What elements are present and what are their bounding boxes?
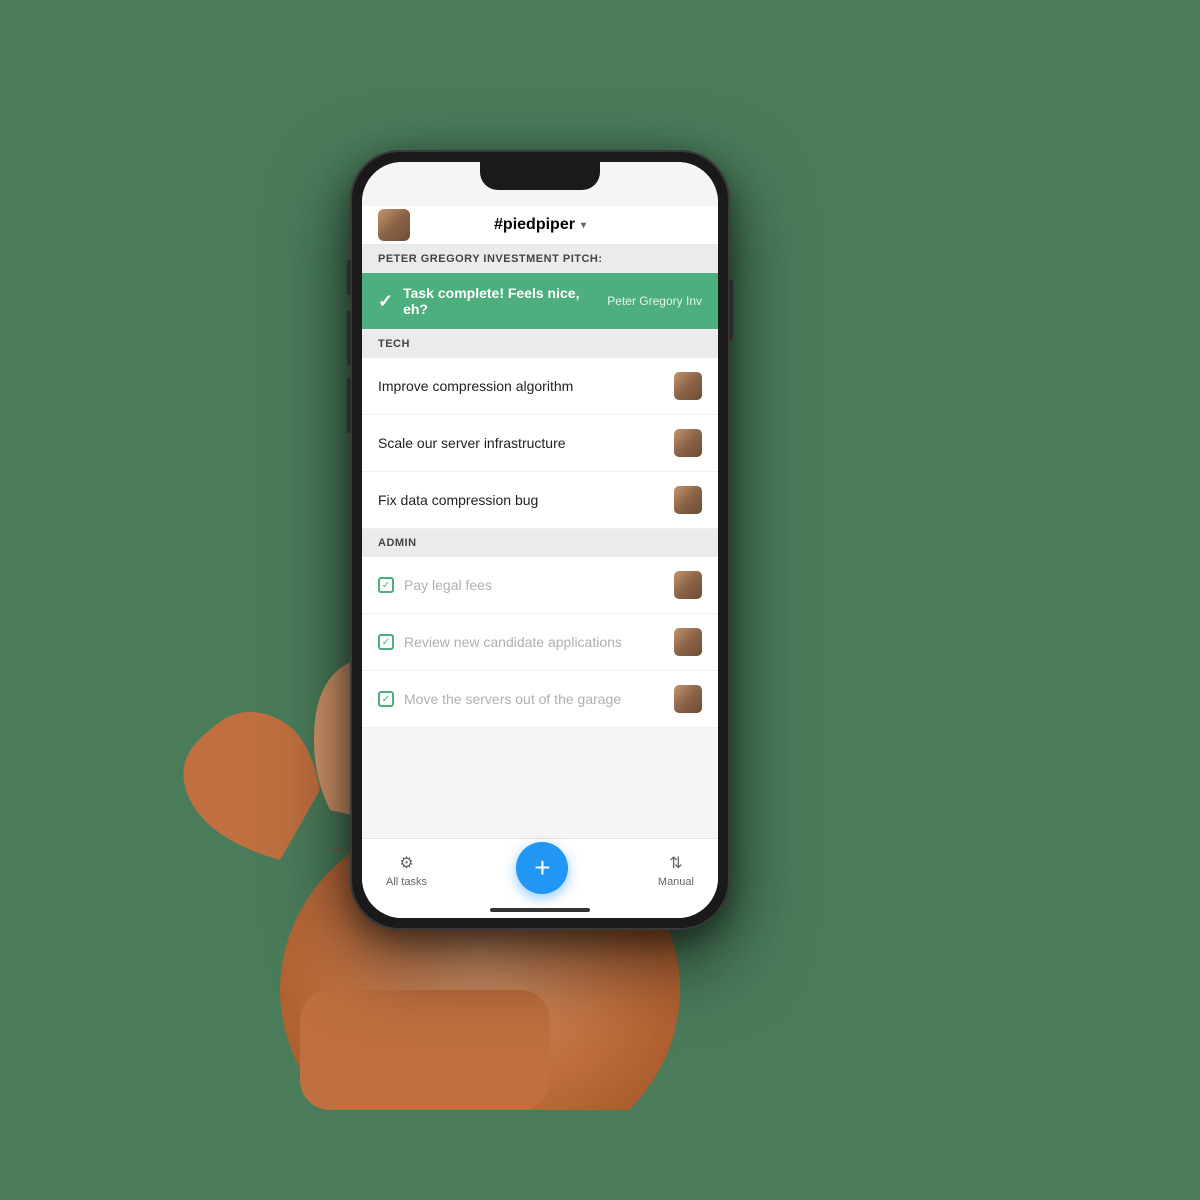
task-item[interactable]: Practice elevator pitch ✓ Task complete!… bbox=[362, 273, 718, 330]
scene: #piedpiper ▾ PETER GREGORY INVESTMENT PI… bbox=[210, 110, 990, 1090]
task-label-completed: Move the servers out of the garage bbox=[404, 691, 666, 707]
task-item-completed[interactable]: Move the servers out of the garage bbox=[362, 671, 718, 728]
checkmark-icon: ✓ bbox=[378, 291, 393, 312]
channel-name: #piedpiper bbox=[494, 216, 575, 234]
section-header-tech: TECH bbox=[362, 330, 718, 358]
task-avatar bbox=[674, 429, 702, 457]
filter-icon: ⚙ bbox=[399, 853, 413, 873]
tab-manual[interactable]: ⇅ Manual bbox=[658, 853, 694, 888]
task-item-completed[interactable]: Pay legal fees bbox=[362, 557, 718, 614]
tab-manual-label: Manual bbox=[658, 876, 694, 888]
avatar-image bbox=[378, 209, 410, 241]
task-avatar bbox=[674, 571, 702, 599]
sort-icon: ⇅ bbox=[669, 853, 682, 873]
task-label-completed: Review new candidate applications bbox=[404, 634, 666, 650]
app-header: #piedpiper ▾ bbox=[362, 206, 718, 245]
tab-bar: ⚙ All tasks + ⇅ Manual bbox=[362, 838, 718, 918]
section-header-peter-gregory: PETER GREGORY INVESTMENT PITCH: bbox=[362, 245, 718, 273]
task-avatar bbox=[674, 628, 702, 656]
fab-add-button[interactable]: + bbox=[516, 842, 568, 894]
phone-screen: #piedpiper ▾ PETER GREGORY INVESTMENT PI… bbox=[362, 162, 718, 918]
avatar[interactable] bbox=[378, 209, 410, 241]
task-label: Scale our server infrastructure bbox=[378, 435, 666, 451]
volume-down-button bbox=[347, 378, 351, 433]
phone-frame: #piedpiper ▾ PETER GREGORY INVESTMENT PI… bbox=[350, 150, 730, 930]
app-content: PETER GREGORY INVESTMENT PITCH: Practice… bbox=[362, 245, 718, 839]
toast-secondary: Peter Gregory Inv bbox=[607, 294, 702, 308]
volume-up-button bbox=[347, 310, 351, 365]
task-avatar bbox=[674, 486, 702, 514]
task-avatar bbox=[674, 372, 702, 400]
task-label: Fix data compression bug bbox=[378, 492, 666, 508]
task-avatar bbox=[674, 685, 702, 713]
task-label-completed: Pay legal fees bbox=[404, 577, 666, 593]
checkbox-completed[interactable] bbox=[378, 577, 394, 593]
task-label: Improve compression algorithm bbox=[378, 378, 666, 394]
task-item[interactable]: Improve compression algorithm bbox=[362, 358, 718, 415]
silent-switch bbox=[347, 260, 351, 295]
task-item[interactable]: Fix data compression bug bbox=[362, 472, 718, 529]
task-item[interactable]: Scale our server infrastructure bbox=[362, 415, 718, 472]
notch bbox=[480, 162, 600, 190]
power-button bbox=[729, 280, 733, 340]
home-indicator bbox=[490, 908, 590, 912]
checkbox-completed[interactable] bbox=[378, 634, 394, 650]
tab-all-tasks[interactable]: ⚙ All tasks bbox=[386, 853, 427, 888]
plus-icon: + bbox=[534, 852, 550, 884]
task-item-completed[interactable]: Review new candidate applications bbox=[362, 614, 718, 671]
section-header-admin: ADMIN bbox=[362, 529, 718, 557]
chevron-down-icon: ▾ bbox=[581, 220, 586, 231]
toast-message: Task complete! Feels nice, eh? bbox=[403, 285, 597, 317]
checkbox-completed[interactable] bbox=[378, 691, 394, 707]
toast-notification: ✓ Task complete! Feels nice, eh? Peter G… bbox=[362, 273, 718, 329]
tab-all-tasks-label: All tasks bbox=[386, 876, 427, 888]
channel-title[interactable]: #piedpiper ▾ bbox=[494, 216, 586, 234]
